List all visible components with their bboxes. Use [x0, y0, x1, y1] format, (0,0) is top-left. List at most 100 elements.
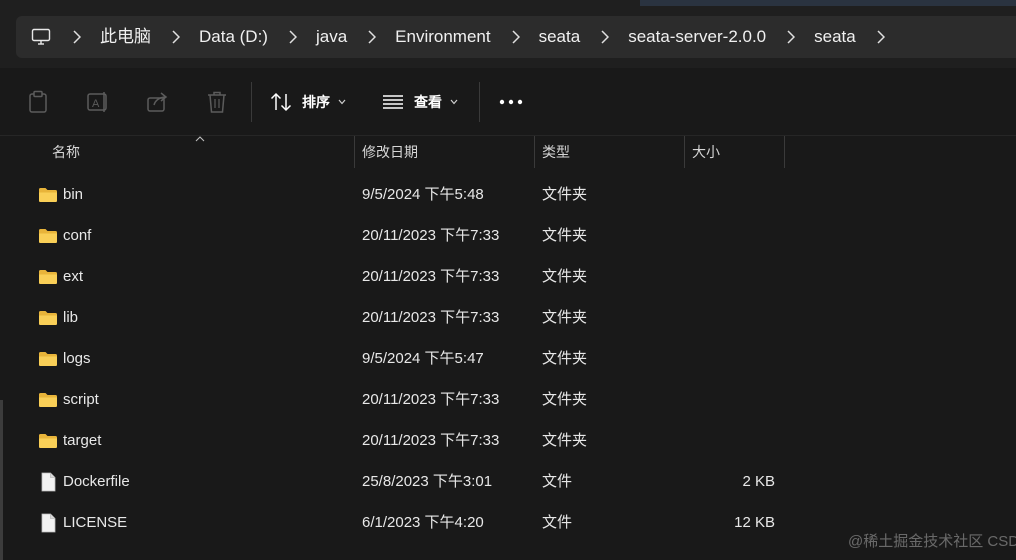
file-row-dockerfile[interactable]: Dockerfile 25/8/2023 下午3:01 文件 2 KB: [0, 461, 1016, 502]
folder-icon: [39, 434, 57, 448]
chevron-right-icon[interactable]: [365, 27, 379, 47]
file-row-conf[interactable]: conf 20/11/2023 下午7:33 文件夹: [0, 215, 1016, 256]
file-size: [685, 174, 775, 215]
file-name: conf: [63, 227, 92, 244]
file-modified: 6/1/2023 下午4:20: [362, 514, 484, 531]
breadcrumb-item-seata-server[interactable]: seata-server-2.0.0: [628, 27, 766, 47]
file-modified: 20/11/2023 下午7:33: [362, 432, 500, 449]
column-divider[interactable]: [684, 136, 685, 168]
file-size: [685, 297, 775, 338]
file-type: 文件夹: [542, 186, 588, 203]
svg-text:A: A: [92, 98, 100, 110]
file-modified: 20/11/2023 下午7:33: [362, 309, 500, 326]
breadcrumb-item-java[interactable]: java: [316, 27, 347, 47]
chevron-right-icon[interactable]: [874, 27, 888, 47]
file-size: 12 KB: [734, 514, 775, 531]
file-name: logs: [63, 350, 91, 367]
breadcrumb[interactable]: 此电脑 Data (D:) java Environment seata sea…: [16, 16, 1016, 58]
chevron-right-icon[interactable]: [784, 27, 798, 47]
chevron-right-icon[interactable]: [169, 27, 183, 47]
breadcrumb-item-data-drive[interactable]: Data (D:): [199, 27, 268, 47]
chevron-right-icon[interactable]: [286, 27, 300, 47]
file-size: [685, 256, 775, 297]
file-size: 2 KB: [742, 473, 775, 490]
folder-icon: [39, 352, 57, 366]
command-bar: A 排序 查看: [0, 68, 1016, 136]
sort-icon: [270, 92, 292, 112]
column-divider[interactable]: [354, 136, 355, 168]
chevron-down-icon: [450, 99, 458, 105]
file-size: [685, 379, 775, 420]
file-icon: [41, 472, 56, 492]
file-type: 文件: [542, 514, 573, 531]
share-icon[interactable]: [146, 90, 170, 114]
trash-icon[interactable]: [206, 90, 228, 114]
file-row-logs[interactable]: logs 9/5/2024 下午5:47 文件夹: [0, 338, 1016, 379]
column-headers: 名称 修改日期 类型 大小: [0, 136, 1016, 168]
breadcrumb-item-environment[interactable]: Environment: [395, 27, 490, 47]
file-name: target: [63, 432, 102, 449]
sort-label: 排序: [302, 94, 330, 110]
file-modified: 9/5/2024 下午5:47: [362, 350, 484, 367]
file-name: LICENSE: [63, 514, 128, 531]
file-modified: 20/11/2023 下午7:33: [362, 391, 500, 408]
view-button[interactable]: 查看: [382, 90, 458, 114]
file-type: 文件: [542, 473, 573, 490]
file-name: bin: [63, 186, 84, 203]
chevron-right-icon[interactable]: [70, 27, 84, 47]
clipboard-icon[interactable]: [27, 90, 49, 114]
folder-icon: [39, 393, 57, 407]
view-list-icon: [383, 95, 403, 109]
column-divider[interactable]: [534, 136, 535, 168]
sort-button[interactable]: 排序: [270, 90, 346, 114]
file-size: [685, 215, 775, 256]
file-type: 文件夹: [542, 268, 588, 285]
window-accent: [640, 0, 1016, 6]
column-divider[interactable]: [784, 136, 785, 168]
file-type: 文件夹: [542, 350, 588, 367]
toolbar-divider: [251, 82, 252, 122]
breadcrumb-item-seata-current[interactable]: seata: [814, 27, 856, 47]
file-list: bin 9/5/2024 下午5:48 文件夹 conf 20/11/2023 …: [0, 174, 1016, 543]
breadcrumb-item-seata[interactable]: seata: [539, 27, 581, 47]
watermark: @稀土掘金技术社区 CSDN @Gary_Tam: [848, 533, 1016, 550]
file-modified: 20/11/2023 下午7:33: [362, 227, 500, 244]
file-name: Dockerfile: [63, 473, 130, 490]
file-type: 文件夹: [542, 391, 588, 408]
column-header-modified[interactable]: 修改日期: [362, 136, 418, 168]
chevron-down-icon: [338, 99, 346, 105]
column-header-size[interactable]: 大小: [692, 136, 720, 168]
file-size: [685, 420, 775, 461]
folder-icon: [39, 270, 57, 284]
rename-icon[interactable]: A: [86, 90, 110, 114]
view-label: 查看: [414, 94, 442, 110]
file-type: 文件夹: [542, 432, 588, 449]
file-row-lib[interactable]: lib 20/11/2023 下午7:33 文件夹: [0, 297, 1016, 338]
chevron-right-icon[interactable]: [598, 27, 612, 47]
file-row-target[interactable]: target 20/11/2023 下午7:33 文件夹: [0, 420, 1016, 461]
chevron-right-icon[interactable]: [509, 27, 523, 47]
toolbar-divider: [479, 82, 480, 122]
file-name: ext: [63, 268, 84, 285]
folder-icon: [39, 188, 57, 202]
computer-icon[interactable]: [30, 26, 52, 48]
column-header-type[interactable]: 类型: [542, 136, 570, 168]
breadcrumb-item-this-pc[interactable]: 此电脑: [100, 27, 151, 47]
file-size: [685, 338, 775, 379]
scrollbar[interactable]: [0, 400, 3, 560]
file-icon: [41, 513, 56, 533]
file-name: script: [63, 391, 99, 408]
sort-ascending-icon: [195, 136, 205, 142]
more-icon[interactable]: [499, 90, 523, 114]
file-type: 文件夹: [542, 309, 588, 326]
file-row-script[interactable]: script 20/11/2023 下午7:33 文件夹: [0, 379, 1016, 420]
file-row-ext[interactable]: ext 20/11/2023 下午7:33 文件夹: [0, 256, 1016, 297]
file-modified: 25/8/2023 下午3:01: [362, 473, 493, 490]
file-modified: 9/5/2024 下午5:48: [362, 186, 484, 203]
folder-icon: [39, 229, 57, 243]
file-modified: 20/11/2023 下午7:33: [362, 268, 500, 285]
file-type: 文件夹: [542, 227, 588, 244]
file-name: lib: [63, 309, 79, 326]
file-row-bin[interactable]: bin 9/5/2024 下午5:48 文件夹: [0, 174, 1016, 215]
column-header-name[interactable]: 名称: [52, 136, 80, 168]
